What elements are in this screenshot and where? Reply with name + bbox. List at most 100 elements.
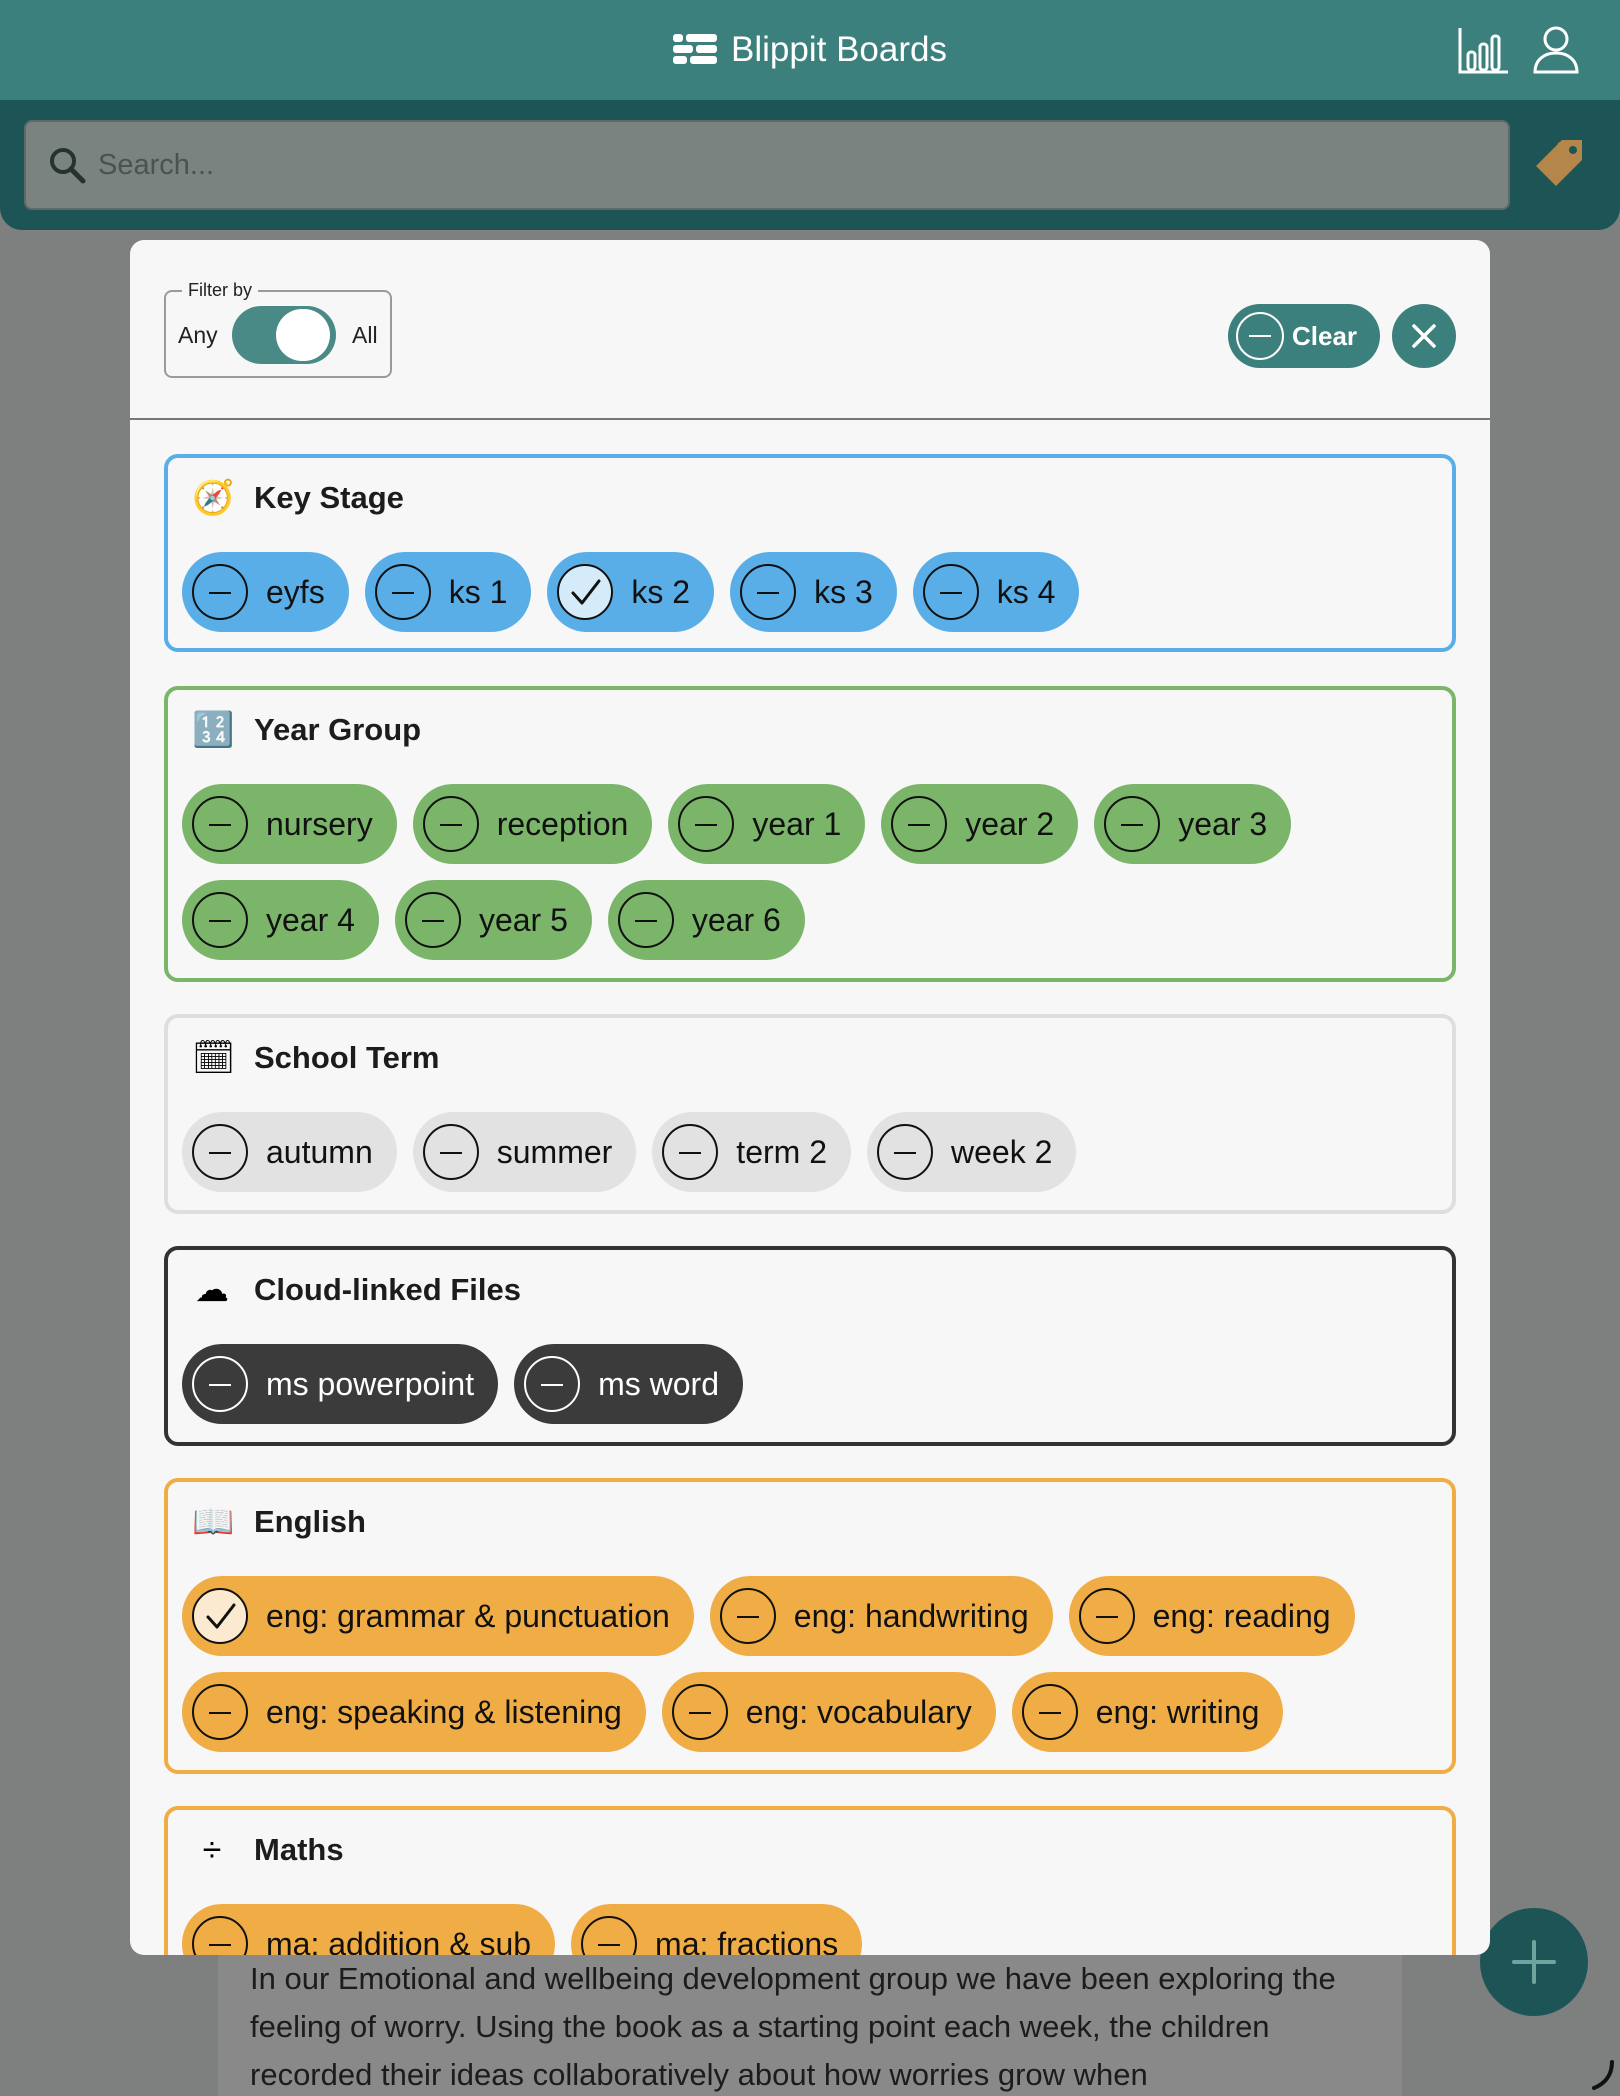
tag-label: ks 2 <box>631 573 691 610</box>
tag-label: eng: writing <box>1095 1693 1260 1730</box>
tag-label: year 4 <box>266 901 355 938</box>
add-post-button[interactable] <box>1480 1908 1588 2016</box>
tag-chip[interactable]: eng: vocabulary <box>661 1672 996 1752</box>
app-title[interactable]: Blippit Boards <box>0 24 1620 76</box>
tag-chip[interactable]: reception <box>412 784 653 864</box>
clear-button-label: Clear <box>1292 321 1358 351</box>
tag-label: ma: addition & sub <box>266 1925 532 1956</box>
tag-chip[interactable]: ks 4 <box>912 552 1080 632</box>
minus-circle-icon <box>876 1124 933 1180</box>
tag-chip[interactable]: eng: handwriting <box>709 1576 1053 1656</box>
tag-chip[interactable]: autumn <box>182 1112 397 1192</box>
tag-group-school-term: 🗓 School Term autumn summer term 2 week 2 <box>164 1014 1456 1214</box>
minus-circle-icon <box>192 1916 248 1955</box>
tag-chip[interactable]: year 1 <box>668 784 866 864</box>
filter-mode-toggle[interactable] <box>232 306 336 364</box>
numbers-icon: 🔢 <box>192 711 235 749</box>
tag-label: eng: grammar & punctuation <box>266 1597 670 1634</box>
minus-circle-icon <box>922 564 979 620</box>
filter-mode-group: Filter by Any All <box>164 280 392 378</box>
tag-label: eng: reading <box>1152 1597 1331 1634</box>
tag-chip[interactable]: ma: addition & sub <box>182 1904 556 1956</box>
search-icon <box>50 148 86 184</box>
tag-chip[interactable]: eng: grammar & punctuation <box>182 1576 694 1656</box>
minus-circle-icon <box>422 796 479 852</box>
group-title: Key Stage <box>254 480 404 515</box>
tag-label: autumn <box>266 1133 373 1170</box>
app-title-text: Blippit Boards <box>731 30 947 69</box>
minus-circle-icon <box>1021 1684 1078 1740</box>
clear-button[interactable]: Clear <box>1228 304 1380 368</box>
minus-circle-icon <box>617 892 674 948</box>
tag-chip[interactable]: year 5 <box>394 880 592 960</box>
tag-label: year 5 <box>478 901 568 938</box>
bar-chart-icon[interactable] <box>1456 22 1512 78</box>
close-button[interactable] <box>1392 304 1456 368</box>
tag-label: ms word <box>598 1365 719 1402</box>
tag-list: eyfs ks 1 ks 2 ks 3 ks 4 <box>182 552 1438 632</box>
minus-circle-icon <box>524 1356 581 1412</box>
tag-label: eng: handwriting <box>793 1597 1029 1634</box>
search-input[interactable] <box>98 142 1478 188</box>
resize-handle-icon[interactable] <box>1592 2060 1616 2090</box>
tag-chip[interactable]: ks 2 <box>547 552 715 632</box>
plus-icon <box>1512 1940 1556 1984</box>
tag-chip[interactable]: year 6 <box>607 880 805 960</box>
tag-chip[interactable]: year 3 <box>1094 784 1292 864</box>
tag-list: ma: addition & sub ma: fractions <box>182 1904 1438 1955</box>
search-field[interactable] <box>24 120 1510 210</box>
tag-chip[interactable]: summer <box>412 1112 637 1192</box>
post-text: In our Emotional and wellbeing developme… <box>250 1961 1336 2092</box>
minus-circle-icon <box>891 796 948 852</box>
tag-label: week 2 <box>950 1133 1053 1170</box>
tag-chip[interactable]: year 4 <box>182 880 379 960</box>
tag-chip[interactable]: nursery <box>182 784 397 864</box>
minus-circle-icon <box>192 564 248 620</box>
minus-circle-icon <box>719 1588 776 1644</box>
tag-chip[interactable]: eng: writing <box>1011 1672 1284 1752</box>
filter-any-label: Any <box>178 322 218 348</box>
tag-group-english: 📖 English eng: grammar & punctuation eng: h… <box>164 1478 1456 1774</box>
minus-circle-icon <box>1078 1588 1135 1644</box>
tag-list: eng: grammar & punctuation eng: handwriti… <box>182 1576 1438 1752</box>
tag-chip[interactable]: ks 3 <box>730 552 897 632</box>
tag-chip[interactable]: year 2 <box>881 784 1079 864</box>
minus-circle-icon <box>671 1684 728 1740</box>
tag-label: ms powerpoint <box>266 1365 475 1402</box>
boards-logo-icon <box>673 33 718 64</box>
tag-chip[interactable]: ks 1 <box>364 552 532 632</box>
tag-icon[interactable] <box>1532 136 1588 192</box>
tag-chip[interactable]: eng: reading <box>1068 1576 1355 1656</box>
tag-label: eng: vocabulary <box>745 1693 972 1730</box>
tag-chip[interactable]: term 2 <box>652 1112 851 1192</box>
tag-chip[interactable]: ms word <box>514 1344 743 1424</box>
tag-label: nursery <box>266 805 373 842</box>
check-circle-icon <box>192 1588 248 1644</box>
tag-group-maths: ÷ Maths ma: addition & sub ma: fractions <box>164 1806 1456 1955</box>
tag-list: nursery reception year 1 year 2 year 3 year 4… <box>182 784 1438 960</box>
minus-circle-icon <box>192 1684 248 1740</box>
search-bar <box>0 100 1620 230</box>
minus-circle-icon <box>192 796 248 852</box>
tag-label: term 2 <box>736 1133 827 1170</box>
group-title: Maths <box>254 1832 344 1867</box>
tag-label: ks 4 <box>996 573 1056 610</box>
user-icon[interactable] <box>1528 22 1584 78</box>
tag-group-cloud-linked-files: ☁ Cloud-linked Files ms powerpoint ms word <box>164 1246 1456 1446</box>
tag-chip[interactable]: eng: speaking & listening <box>182 1672 646 1752</box>
tag-group-year-group: 🔢 Year Group nursery reception year 1 year 2 y… <box>164 686 1456 982</box>
compass-icon: 🧭 <box>192 479 235 517</box>
tag-label: eng: speaking & listening <box>266 1693 622 1730</box>
tag-chip[interactable]: week 2 <box>866 1112 1077 1192</box>
tag-label: eyfs <box>266 573 325 610</box>
tag-filter-panel: Filter by Any All Clear 🧭 Key Stage eyfs ks… <box>130 240 1490 1955</box>
minus-circle-icon <box>192 892 248 948</box>
tag-chip[interactable]: ms powerpoint <box>182 1344 499 1424</box>
tag-label: ks 3 <box>814 573 873 610</box>
tag-chip[interactable]: ma: fractions <box>571 1904 863 1955</box>
tag-chip[interactable]: eyfs <box>182 552 349 632</box>
tag-label: reception <box>496 805 629 842</box>
minus-circle-icon <box>581 1916 638 1955</box>
minus-circle-icon <box>1104 796 1161 852</box>
group-title: Year Group <box>254 712 422 747</box>
